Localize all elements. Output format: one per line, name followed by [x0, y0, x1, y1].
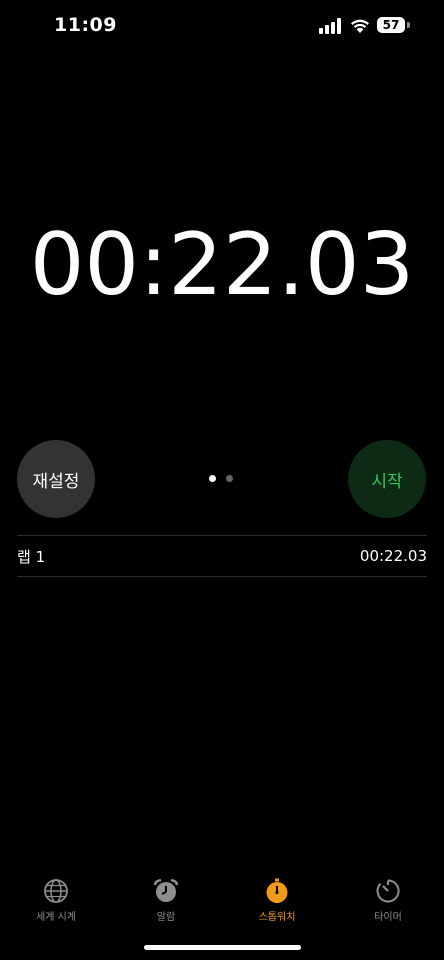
- page-dot: [226, 475, 233, 482]
- tab-label: 타이머: [374, 912, 402, 923]
- tab-bar: 세계 시계 알람 스톱워치 타이머: [0, 870, 444, 930]
- lap-row: 랩 1 00:22.03: [17, 536, 427, 576]
- reset-button[interactable]: 재설정: [17, 440, 95, 518]
- battery-level: 57: [382, 18, 400, 32]
- lap-label: 랩 1: [17, 547, 46, 566]
- globe-icon: [44, 879, 68, 903]
- tab-label: 세계 시계: [36, 912, 76, 923]
- page-indicator[interactable]: [209, 475, 239, 485]
- lap-time: 00:22.03: [359, 547, 427, 565]
- start-button[interactable]: 시작: [348, 440, 426, 518]
- tab-timer[interactable]: 타이머: [338, 870, 438, 923]
- lap-divider: [17, 576, 427, 577]
- tab-label: 알람: [156, 912, 176, 923]
- page-dot-active: [209, 475, 216, 482]
- wifi-icon: [351, 19, 369, 33]
- tab-label: 스톱워치: [258, 912, 296, 923]
- stopwatch-time: 00:22.03: [29, 215, 415, 315]
- home-indicator[interactable]: [144, 945, 301, 950]
- cellular-signal-icon: [319, 18, 341, 34]
- status-time: 11:09: [54, 14, 117, 36]
- tab-alarm[interactable]: 알람: [116, 870, 216, 923]
- stopwatch-icon: [266, 878, 288, 903]
- alarm-clock-icon: [153, 879, 179, 902]
- timer-icon: [376, 879, 400, 903]
- tab-stopwatch[interactable]: 스톱워치: [227, 870, 327, 923]
- battery-indicator: 57: [377, 17, 410, 35]
- tab-world-clock[interactable]: 세계 시계: [6, 870, 106, 923]
- status-bar: 11:09 57: [0, 0, 444, 54]
